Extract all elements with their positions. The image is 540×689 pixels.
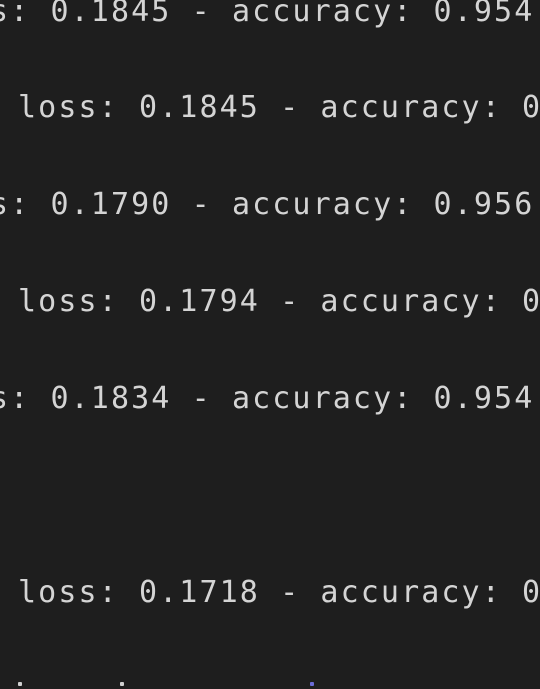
cropped-text-fragment — [310, 682, 314, 689]
log-line: loss: 0.1794 - accuracy: 0 — [18, 284, 540, 319]
log-line: s: 0.1790 - accuracy: 0.956 — [0, 187, 535, 222]
log-line: loss: 0.1718 - accuracy: 0 — [18, 575, 540, 610]
cropped-text-fragment — [18, 682, 22, 689]
terminal-output: s: 0.1845 - accuracy: 0.954 loss: 0.1845… — [0, 0, 540, 689]
log-line: s: 0.1845 - accuracy: 0.954 — [0, 0, 535, 29]
cropped-text-fragment — [120, 682, 124, 689]
log-line: s: 0.1834 - accuracy: 0.954 — [0, 381, 535, 416]
log-line: loss: 0.1845 - accuracy: 0 — [18, 90, 540, 125]
